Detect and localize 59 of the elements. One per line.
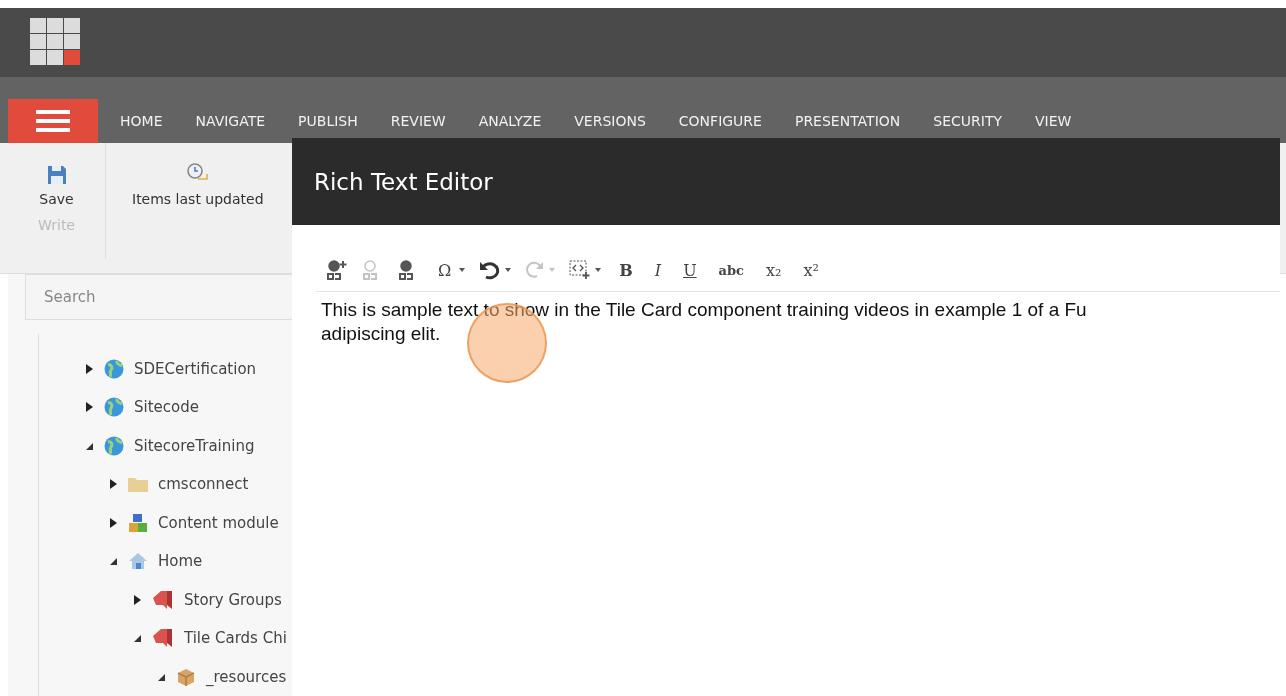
underline-button[interactable]: U [679,259,701,281]
expand-arrow-icon[interactable] [85,363,94,374]
expand-arrow-icon[interactable] [85,402,94,413]
italic-button[interactable]: I [650,259,666,281]
folder-icon [128,476,148,493]
snippet-button[interactable] [569,259,602,281]
editor-text-line: adipiscing elit. [321,322,442,346]
globe-icon [104,358,124,379]
rich-text-area[interactable]: This is sample text to show in the Tile Card component training videos in example 1 of a Fu adipiscing elit. [316,291,1280,696]
caret-icon [549,268,556,272]
tree-item-label[interactable]: _resources [206,667,287,686]
bookmark-icon [152,628,174,649]
globe-icon [104,397,124,418]
ribbon-tab[interactable]: HOME [120,112,163,129]
tree-item-label[interactable]: Sitecode [134,398,199,417]
tree-item-label[interactable]: Content module [158,513,279,532]
subscript-button[interactable]: x₂ [762,259,786,281]
expand-arrow-icon[interactable] [109,517,118,528]
items-last-updated-button[interactable]: Items last updated [132,162,264,207]
ribbon-tab[interactable]: REVIEW [390,112,446,129]
undo-button[interactable] [479,259,512,281]
tree-item-label[interactable]: cmsconnect [158,475,249,494]
collapse-arrow-icon[interactable] [133,633,142,644]
ribbon-tab[interactable]: NAVIGATE [195,112,266,129]
tree-item-label[interactable]: SDECertification [134,359,257,378]
bookmark-icon [152,589,174,610]
tree-item-label[interactable]: Home [158,552,203,571]
house-icon [128,551,148,572]
caret-icon [459,268,466,272]
menu-button[interactable] [8,98,98,143]
editor-text-line: This is sample text to show in the Tile Card component training videos in example 1 of a Fu [321,298,1088,322]
bold-button[interactable]: B [615,259,637,281]
tree-item-label[interactable]: Tile Cards Chi [184,629,287,648]
ribbon-tab[interactable]: SECURITY [933,112,1002,129]
expand-arrow-icon[interactable] [109,479,118,490]
ribbon-tab[interactable]: PUBLISH [298,112,358,129]
collapse-arrow-icon[interactable] [109,556,118,567]
cubes-icon [128,512,148,533]
symbol-button[interactable]: Ω [434,259,466,281]
tree-item-label[interactable]: Story Groups [184,590,282,609]
ribbon-tab[interactable]: CONFIGURE [678,112,762,129]
box-icon [176,666,196,687]
tree-item-label[interactable]: SitecoreTraining [134,436,255,455]
link-add-button[interactable] [326,259,348,281]
grid-logo-icon[interactable] [30,18,82,67]
strike-button[interactable]: abc [714,259,749,281]
expand-arrow-icon[interactable] [133,594,142,605]
caret-icon [595,268,602,272]
superscript-button[interactable]: x² [799,259,823,281]
ribbon-tab[interactable]: ANALYZE [478,112,542,129]
menu-icon [36,109,70,132]
dialog-title: Rich Text Editor [314,168,493,195]
caret-icon [505,268,512,272]
ribbon-tab[interactable]: VIEW [1035,112,1072,129]
search-field[interactable]: Search [25,273,292,320]
globe-icon [104,435,124,456]
ribbon-tab[interactable]: VERSIONS [574,112,646,129]
save-button[interactable]: Save [39,164,74,207]
ribbon-tab[interactable]: PRESENTATION [794,112,901,129]
